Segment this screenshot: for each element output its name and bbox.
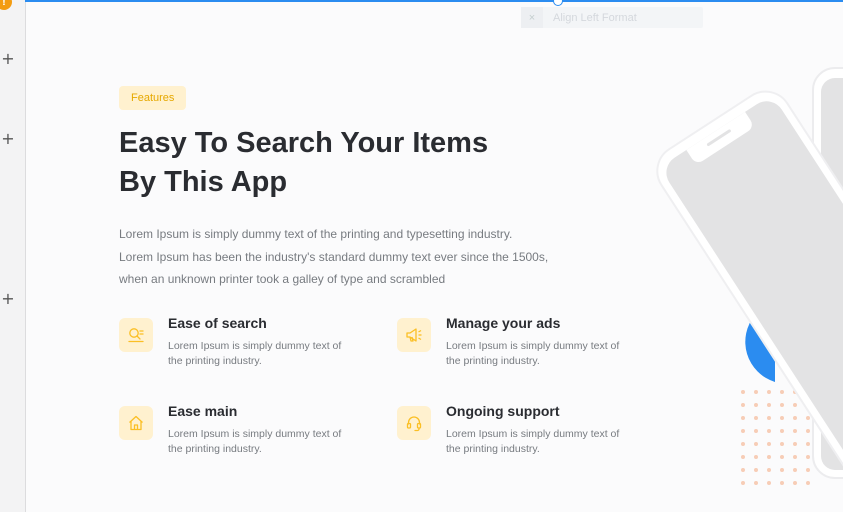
section-description: Lorem Ipsum is simply dummy text of the …	[119, 223, 559, 291]
feature-title: Manage your ads	[446, 315, 561, 331]
add-block-button[interactable]: +	[1, 51, 15, 67]
feature-grid: Ease of search Lorem Ipsum is simply dum…	[119, 315, 639, 465]
feature-title: Ease of search	[168, 315, 267, 331]
title-line: Easy To Search Your Items	[119, 127, 489, 159]
section-title: Easy To Search Your Items By This App	[119, 124, 539, 202]
close-icon[interactable]: ×	[521, 7, 543, 28]
description-line: Lorem Ipsum has been the industry's stan…	[119, 249, 549, 264]
floating-toolbar[interactable]: × Align Left Format	[521, 7, 703, 28]
toolbar-label: Align Left Format	[553, 11, 637, 24]
search-list-icon	[119, 318, 153, 352]
description-line: Lorem Ipsum is simply dummy text of the …	[119, 227, 513, 241]
resize-handle[interactable]	[553, 0, 563, 6]
headset-icon	[397, 406, 431, 440]
selection-outline	[25, 0, 843, 2]
feature-description: Lorem Ipsum is simply dummy text of the …	[168, 340, 342, 367]
editor-left-rail: ! + + +	[0, 0, 26, 512]
title-line: By This App	[119, 166, 288, 198]
feature-description: Lorem Ipsum is simply dummy text of the …	[168, 428, 342, 455]
megaphone-icon	[397, 318, 431, 352]
dot-pattern	[741, 390, 810, 485]
phone-illustration	[600, 60, 843, 512]
home-icon	[119, 406, 153, 440]
warning-icon[interactable]: !	[0, 0, 12, 10]
feature-title: Ease main	[168, 403, 238, 419]
description-line: when an unknown printer took a galley of…	[119, 272, 446, 286]
add-block-button[interactable]: +	[1, 131, 15, 147]
section-tag: Features	[119, 86, 187, 110]
feature-title: Ongoing support	[446, 403, 560, 419]
features-section: Features Easy To Search Your Items By Th…	[119, 86, 639, 291]
add-block-button[interactable]: +	[1, 291, 15, 307]
